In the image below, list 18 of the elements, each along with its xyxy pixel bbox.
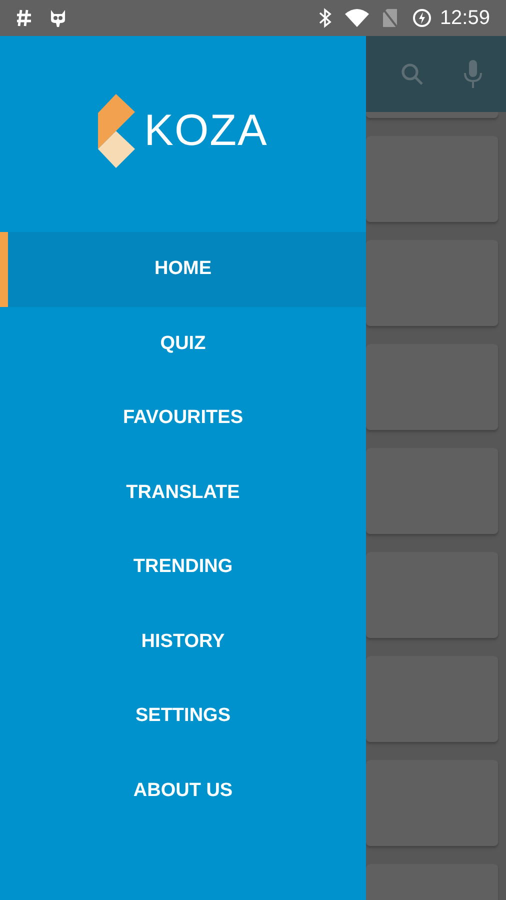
menu-item[interactable]: ABOUT US <box>0 754 366 828</box>
menu-item[interactable]: SETTINGS <box>0 679 366 754</box>
wifi-icon <box>344 8 370 28</box>
bluetooth-icon <box>318 8 332 28</box>
menu-item[interactable]: HISTORY <box>0 604 366 679</box>
status-time: 12:59 <box>440 6 490 31</box>
menu-item[interactable]: TRANSLATE <box>0 456 366 530</box>
search-icon[interactable] <box>400 62 424 86</box>
microphone-icon[interactable] <box>464 60 482 88</box>
battery-charging-icon <box>412 8 432 28</box>
menu-item[interactable]: FAVOURITES <box>0 381 366 456</box>
menu-item[interactable]: QUIZ <box>0 306 366 381</box>
menu-item[interactable]: TRENDING <box>0 530 366 604</box>
hash-icon <box>16 9 32 27</box>
cat-icon <box>48 8 68 28</box>
no-sim-icon <box>382 8 398 28</box>
logo-text: KOZA <box>144 105 268 157</box>
menu-item[interactable]: HOME <box>0 232 366 306</box>
